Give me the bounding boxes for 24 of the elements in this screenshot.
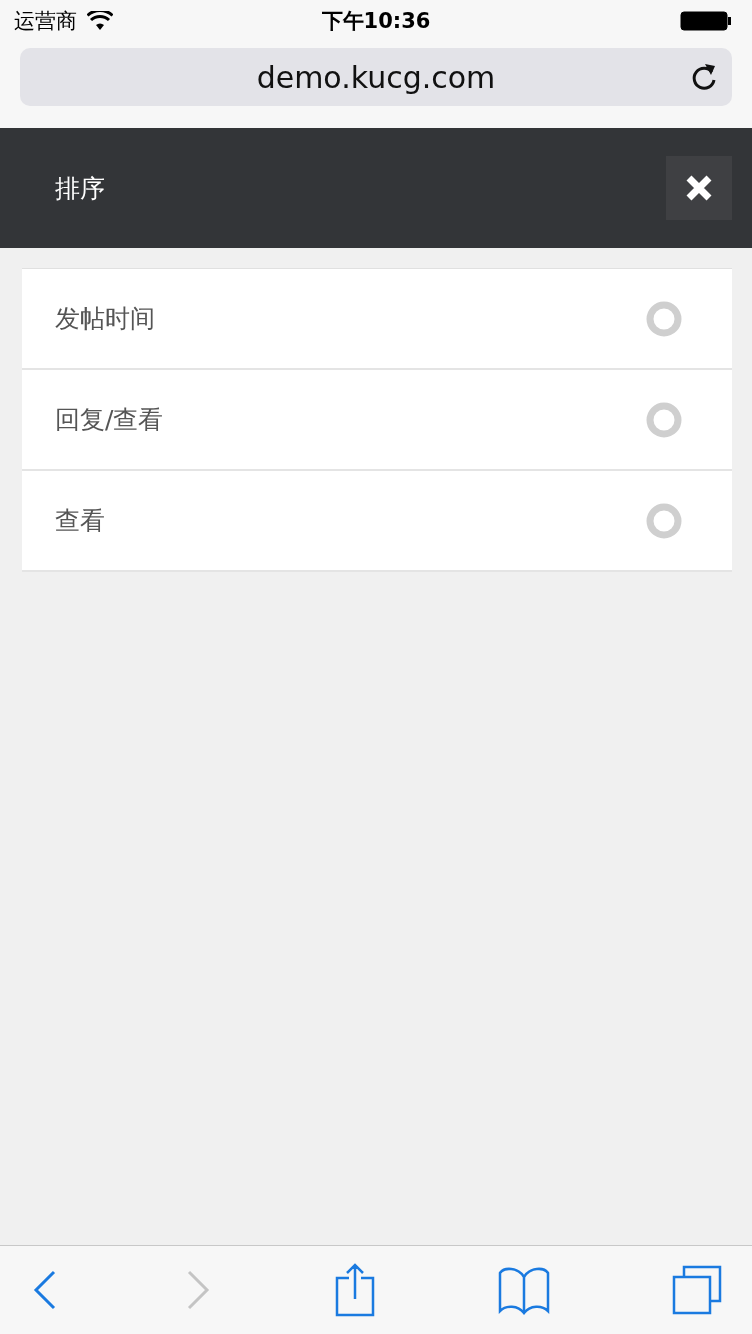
radio-button[interactable] <box>646 502 682 539</box>
wifi-icon <box>87 11 113 31</box>
share-button[interactable] <box>335 1263 375 1317</box>
sort-option[interactable]: 查看 <box>22 471 732 572</box>
header-title: 排序 <box>55 172 105 205</box>
battery-icon <box>680 11 732 31</box>
radio-button[interactable] <box>646 401 682 438</box>
clock-time: 下午10:36 <box>321 8 431 35</box>
radio-button[interactable] <box>646 300 682 337</box>
share-icon <box>335 1263 375 1317</box>
sort-option[interactable]: 发帖时间 <box>22 269 732 370</box>
option-label: 查看 <box>55 505 105 537</box>
address-bar[interactable]: demo.kucg.com <box>20 48 732 106</box>
tabs-icon <box>672 1265 722 1315</box>
close-icon <box>685 174 713 202</box>
book-icon <box>497 1265 550 1315</box>
close-button[interactable] <box>666 156 732 220</box>
tabs-button[interactable] <box>672 1265 722 1315</box>
option-label: 发帖时间 <box>55 303 155 335</box>
bookmarks-button[interactable] <box>497 1265 550 1315</box>
option-label: 回复/查看 <box>55 404 164 436</box>
sort-option[interactable]: 回复/查看 <box>22 370 732 471</box>
carrier-name: 运营商 <box>14 8 77 35</box>
reload-icon[interactable] <box>690 62 718 92</box>
